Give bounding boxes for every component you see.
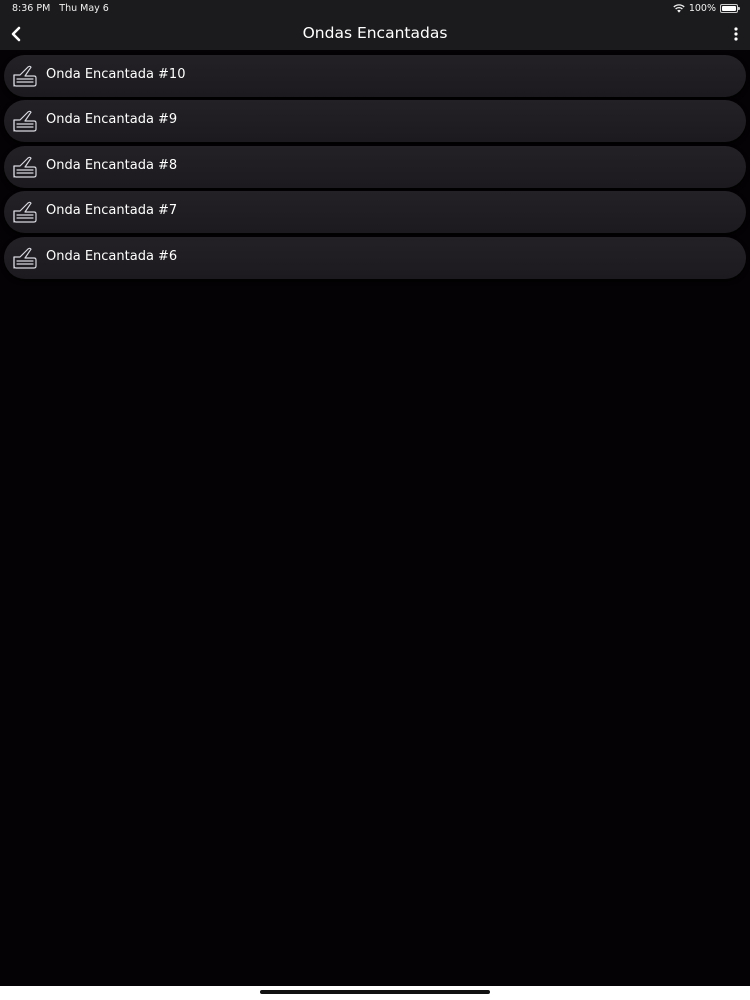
status-time: 8:36 PM: [12, 3, 51, 14]
screen: 8:36 PM Thu May 6 100% Ondas Encantadas …: [0, 0, 750, 1000]
status-right: 100%: [673, 3, 740, 14]
list-item[interactable]: Onda Encantada #9: [4, 100, 746, 143]
battery-percent: 100%: [688, 3, 716, 14]
writing-hand-icon: [13, 156, 37, 178]
home-indicator[interactable]: [260, 990, 490, 994]
list-item-label: Onda Encantada #9: [46, 112, 178, 128]
list-item-label: Onda Encantada #10: [46, 67, 186, 82]
more-options-button[interactable]: [728, 22, 744, 46]
writing-hand-icon: [13, 111, 37, 132]
home-indicator-area: [0, 986, 750, 1000]
writing-hand-icon: [13, 247, 37, 269]
status-left: 8:36 PM Thu May 6: [12, 3, 109, 14]
status-bar: 8:36 PM Thu May 6 100%: [0, 0, 750, 18]
list-item[interactable]: Onda Encantada #6: [4, 236, 746, 279]
battery-icon: [720, 4, 740, 13]
list-item-label: Onda Encantada #7: [46, 203, 178, 219]
list-item-label: Onda Encantada #8: [46, 157, 178, 173]
battery-fill: [722, 6, 736, 11]
wifi-icon: [673, 4, 685, 13]
navigation-bar: Ondas Encantadas: [0, 18, 750, 50]
more-vertical-icon: [734, 27, 738, 41]
list-item[interactable]: Onda Encantada #8: [4, 145, 746, 188]
list-item[interactable]: Onda Encantada #7: [4, 191, 746, 234]
onda-list: Onda Encantada #10 Onda Encantada #9 Ond…: [4, 55, 746, 282]
list-item[interactable]: Onda Encantada #10: [4, 55, 746, 97]
status-date: Thu May 6: [59, 3, 109, 14]
page-title: Ondas Encantadas: [302, 24, 448, 42]
writing-hand-icon: [13, 201, 37, 223]
writing-hand-icon: [13, 65, 37, 87]
list-item-label: Onda Encantada #6: [46, 248, 178, 264]
